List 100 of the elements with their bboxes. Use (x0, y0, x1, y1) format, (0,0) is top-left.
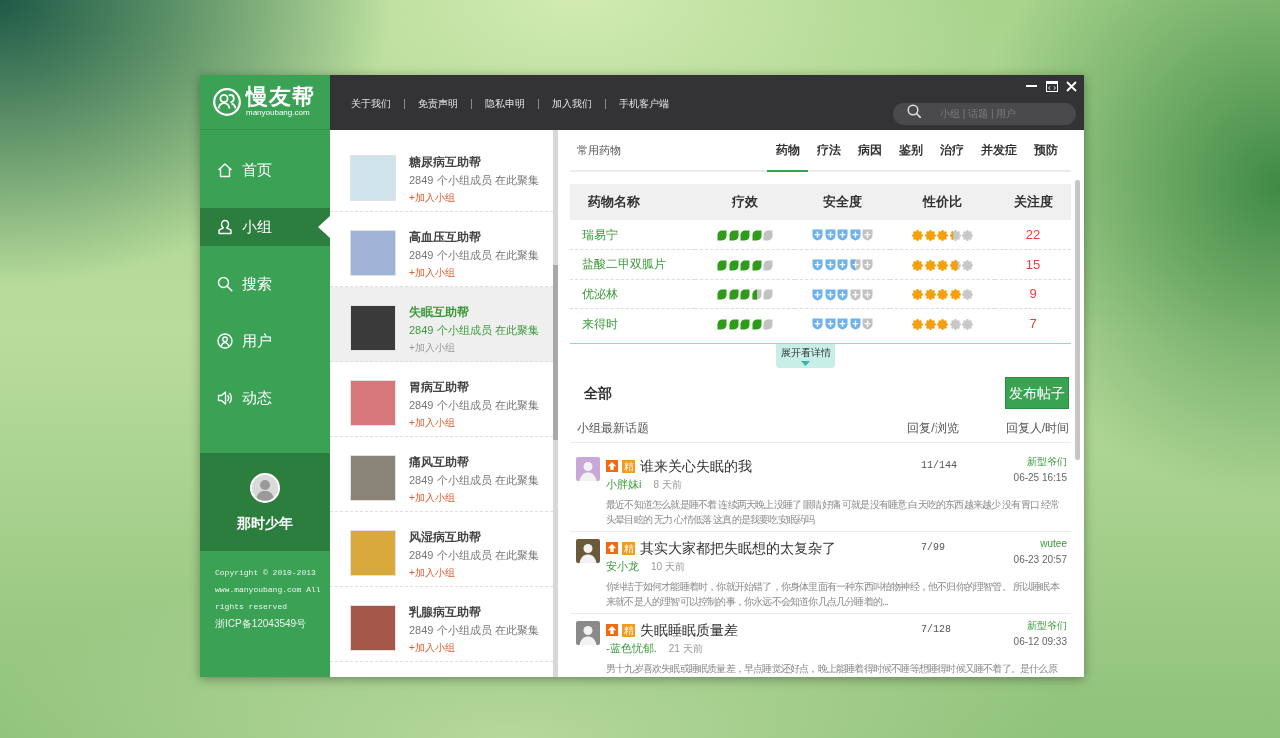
group-item[interactable]: 痛风互助帮 2849 个小组成员 在此聚集 +加入小组 (330, 437, 553, 512)
shield-icon (824, 229, 836, 242)
post-title[interactable]: 谁来关心失眠的我 (640, 455, 752, 477)
drug-name[interactable]: 来得时 (570, 308, 695, 338)
nav-link[interactable]: 加入我们 (552, 98, 592, 110)
nav-item[interactable]: 首页 (200, 151, 330, 189)
drug-name[interactable]: 盐酸二甲双胍片 (570, 249, 695, 279)
leaf-icon (717, 318, 727, 330)
search-icon (907, 104, 921, 118)
group-item[interactable]: 乳腺病互助帮 2849 个小组成员 在此聚集 +加入小组 (330, 587, 553, 662)
nav-item[interactable]: 用户 (200, 322, 330, 360)
avatar[interactable] (576, 621, 600, 645)
license-number: 浙ICP备12043549号 (215, 617, 308, 631)
join-link[interactable]: +加入小组 (409, 342, 539, 354)
column-header: 安全度 (795, 184, 890, 220)
maximize-button[interactable] (1044, 78, 1059, 94)
nav-link[interactable]: 手机客户端 (619, 98, 669, 110)
gear-icon (962, 318, 973, 330)
tab[interactable]: 药物 (767, 130, 808, 172)
author-link[interactable]: -蓝色忧郁. (606, 641, 657, 655)
gear-icon (912, 318, 923, 330)
column-header: 关注度 (995, 184, 1071, 220)
drug-name[interactable]: 优泌林 (570, 279, 695, 309)
tab[interactable]: 预防 (1025, 130, 1066, 172)
join-link[interactable]: +加入小组 (409, 642, 539, 654)
column-header: 回复/浏览 (907, 419, 959, 437)
replier-name[interactable]: 新型爷们 (996, 455, 1067, 469)
leaf-icon (751, 289, 762, 300)
group-item[interactable]: 失眠互助帮 2849 个小组成员 在此聚集 +加入小组 (330, 287, 553, 362)
scrollbar-thumb[interactable] (1075, 180, 1080, 460)
author-link[interactable]: 小胖妹i (606, 477, 642, 491)
gear-icon (962, 259, 973, 271)
speaker-icon (217, 390, 233, 406)
post-age: 8 天前 (653, 478, 682, 492)
replier-name[interactable]: 新型爷们 (996, 619, 1067, 633)
copyright-text: Copyright © 2010-2013 www.manyoubang.com All rights reserved (215, 567, 322, 613)
photo-placeholder (350, 455, 396, 501)
close-button[interactable] (1064, 78, 1079, 94)
drug-name[interactable]: 瑞易宁 (570, 220, 695, 250)
avatar[interactable] (576, 539, 600, 563)
gear-icon (937, 259, 948, 271)
shield-icon (837, 318, 848, 331)
photo-placeholder (350, 530, 396, 576)
tab[interactable]: 病因 (849, 130, 890, 172)
nav-link[interactable]: 隐私申明 (485, 98, 525, 110)
shield-icon (849, 288, 861, 301)
shield-icon (862, 288, 873, 301)
group-item[interactable]: 风湿病互助帮 2849 个小组成员 在此聚集 +加入小组 (330, 512, 553, 587)
post-age: 21 天前 (668, 642, 703, 656)
tab[interactable]: 鉴别 (890, 130, 931, 172)
gear-icon (912, 229, 923, 241)
gear-icon (962, 229, 973, 241)
join-link[interactable]: +加入小组 (409, 567, 539, 579)
logo-icon (213, 88, 241, 116)
join-link[interactable]: +加入小组 (409, 417, 539, 429)
leaf-icon (751, 229, 762, 241)
post-title[interactable]: 失眠睡眠质量差 (640, 619, 738, 641)
join-link[interactable]: +加入小组 (409, 192, 539, 204)
group-title: 高血压互助帮 (409, 230, 482, 244)
post-time: 06-12 09:33 (1012, 635, 1067, 649)
shield-icon (812, 318, 823, 331)
leaf-icon (763, 229, 773, 241)
gear-icon (924, 229, 936, 241)
nav-item[interactable]: 搜索 (200, 265, 330, 303)
shield-icon (849, 259, 861, 271)
nav-item[interactable]: 动态 (200, 379, 330, 417)
scrollbar[interactable] (553, 130, 558, 677)
member-count: 2849 个小组成员 在此聚集 (409, 548, 539, 562)
group-title: 乳腺病互助帮 (409, 605, 482, 619)
publish-button[interactable]: 发布帖子 (1005, 377, 1069, 409)
group-item[interactable]: 糖尿病互助帮 2849 个小组成员 在此聚集 +加入小组 (330, 137, 553, 212)
section-title: 全部 (583, 383, 612, 403)
column-header: 药物名称 (570, 184, 695, 220)
tab[interactable]: 疗法 (808, 130, 849, 172)
avatar[interactable] (250, 473, 280, 503)
scrollbar-thumb[interactable] (553, 265, 558, 440)
nav-item[interactable]: 小组 (200, 208, 330, 246)
post-excerpt: 你纠结于如何才能睡着时，你就开始错了，你身体里面有一种东西叫植物神经，他不归你的理智管。 所以睡眠本来就不是人的理智可以控制的事，你永远不会知道你几点几分睡着的... (606, 580, 1061, 609)
expand-button[interactable]: 展开看详情 (776, 344, 835, 368)
tab[interactable]: 并发症 (972, 130, 1025, 172)
gear-icon (924, 318, 936, 330)
post-title[interactable]: 其实大家都把失眠想的太复杂了 (640, 537, 836, 559)
author-link[interactable]: 安小龙 (606, 559, 639, 573)
nav-link[interactable]: 免责声明 (418, 98, 458, 110)
group-item[interactable]: 胃病互助帮 2849 个小组成员 在此聚集 +加入小组 (330, 362, 553, 437)
nav-link[interactable]: 关于我们 (351, 98, 391, 110)
column-header: 小组最新话题 (576, 419, 650, 437)
home-icon (217, 162, 233, 178)
replier-name[interactable]: wutee (996, 537, 1067, 551)
leaf-icon (740, 289, 750, 300)
leaf-icon (751, 318, 762, 330)
leaf-icon (763, 289, 773, 300)
photo-placeholder (350, 230, 396, 276)
join-link[interactable]: +加入小组 (409, 267, 539, 279)
gear-icon (949, 318, 961, 330)
shield-icon (837, 229, 848, 242)
shield-icon (837, 288, 848, 301)
join-link[interactable]: +加入小组 (409, 492, 539, 504)
tab[interactable]: 治疗 (931, 130, 972, 172)
attention-count: 22 (995, 220, 1071, 250)
